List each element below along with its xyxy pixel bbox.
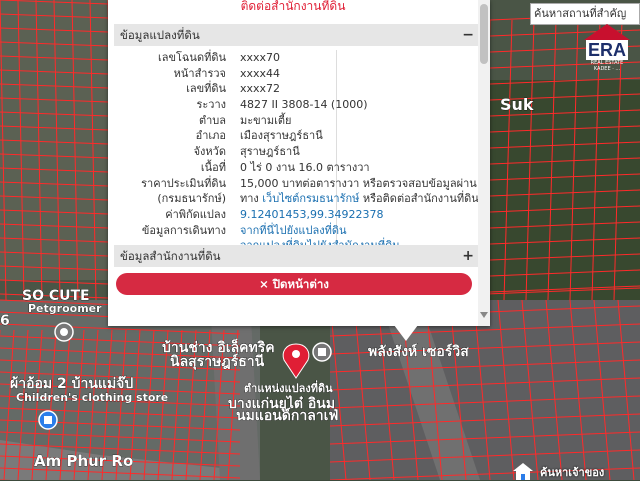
expand-icon[interactable]: + xyxy=(462,245,474,267)
home-icon[interactable] xyxy=(512,462,534,480)
popup-scrollbar[interactable] xyxy=(478,0,490,326)
table-row: ราคาประเมินที่ดิน 15,000 บาทต่อตารางวา หร… xyxy=(114,176,478,192)
parcel-info-popup: ติดต่อสำนักงานที่ดิน ข้อมูลแปลงที่ดิน − … xyxy=(108,0,490,341)
row-label: ค่าพิกัดแปลง xyxy=(165,207,226,221)
row-label: จังหวัด xyxy=(193,145,226,159)
map-label-suk: Suk xyxy=(500,95,534,114)
era-logo: ERA REAL ESTATE KADEE · ... xyxy=(582,22,632,72)
table-row-travel: ข้อมูลการเดินทาง จากที่นี่ไปยังแปลงที่ดิ… xyxy=(114,223,478,239)
row-value: xxxx70 xyxy=(240,51,281,64)
map-label-clothing-th: ผ้าอ้อม 2 บ้านแม่จ๊ป xyxy=(10,375,133,392)
close-button-label: ปิดหน้าต่าง xyxy=(272,277,329,291)
table-row: เลขโฉนดที่ดิน xxxx70 xyxy=(114,50,478,66)
row-value: เมืองสุราษฎร์ธานี xyxy=(240,129,323,143)
row-label: ราคาประเมินที่ดิน xyxy=(141,176,226,190)
table-row-dept: (กรมธนารักษ์) ทาง เว็บไซต์กรมธนารักษ์ หร… xyxy=(114,191,478,207)
row-value: 0 ไร่ 0 งาน 16.0 ตารางวา xyxy=(240,160,370,174)
map-label-shop-5: นมแอนด์กาลาเฟ่ xyxy=(236,407,338,424)
row-label: (กรมธนารักษ์) xyxy=(157,192,226,206)
row-value: xxxx44 xyxy=(240,66,281,80)
row-label: ตำบล xyxy=(198,113,226,127)
map-label-shop-3: พลังสังห์ เซอร์วิส xyxy=(368,343,469,360)
directions-to-parcel-link[interactable]: จากที่นี่ไปยังแปลงที่ดิน xyxy=(240,223,346,239)
row-label: อำเภอ xyxy=(195,129,226,143)
map-label-clothing-en: Children's clothing store xyxy=(16,391,168,404)
treasury-website-link[interactable]: เว็บไซต์กรมธนารักษ์ xyxy=(262,192,359,205)
table-row: ระวาง 4827 II 3808-14 (1000) xyxy=(114,97,478,113)
map-label-petgroomer: Petgroomer xyxy=(28,302,102,315)
close-window-button[interactable]: × ปิดหน้าต่าง xyxy=(116,273,472,295)
row-label: เลขที่ดิน xyxy=(186,82,226,96)
parcel-info-table: เลขโฉนดที่ดิน xxxx70 หน้าสำรวจ xxxx44 เลขที่… xyxy=(114,50,478,254)
section-office-title: ข้อมูลสำนักงานที่ดิน xyxy=(120,249,221,263)
era-logo-sub2: KADEE · ... xyxy=(593,66,621,72)
table-row: จังหวัด สุราษฎร์ธานี xyxy=(114,144,478,160)
row-label: เลขโฉนดที่ดิน xyxy=(158,51,226,64)
scroll-down-icon[interactable] xyxy=(480,312,488,318)
map-label-left-num: 6 xyxy=(0,313,10,329)
popup-content: ติดต่อสำนักงานที่ดิน ข้อมูลแปลงที่ดิน − … xyxy=(108,0,478,326)
row-label: ระวาง xyxy=(196,98,226,112)
table-row: หน้าสำรวจ xxxx44 xyxy=(114,66,478,82)
row-label: ข้อมูลการเดินทาง xyxy=(141,223,226,237)
find-owner-link[interactable]: ค้นหาเจ้าของ xyxy=(540,463,604,481)
map-label-road: Am Phur Ro xyxy=(34,452,133,470)
table-row: เนื้อที่ 0 ไร่ 0 งาน 16.0 ตารางวา xyxy=(114,160,478,176)
row-value: 4827 II 3808-14 (1000) xyxy=(240,98,368,112)
row-value: สุราษฎร์ธานี xyxy=(240,145,300,159)
poi-pet-icon[interactable] xyxy=(54,322,74,342)
section-parcel-header[interactable]: ข้อมูลแปลงที่ดิน − xyxy=(114,24,478,46)
row-label: หน้าสำรวจ xyxy=(173,66,226,80)
map-label-shop-2: นิลสุราษฎร์ธานี xyxy=(170,353,265,370)
table-row: อำเภอ เมืองสุราษฎร์ธานี xyxy=(114,128,478,144)
close-icon: × xyxy=(259,277,269,291)
section-office-header[interactable]: ข้อมูลสำนักงานที่ดิน + xyxy=(114,245,478,267)
popup-pointer xyxy=(394,325,418,341)
section-parcel-title: ข้อมูลแปลงที่ดิน xyxy=(120,28,200,42)
row-label: เนื้อที่ xyxy=(200,160,226,174)
scroll-thumb[interactable] xyxy=(480,4,488,64)
map-label-marker: ตำแหน่งแปลงที่ดิน xyxy=(244,380,333,395)
collapse-icon[interactable]: − xyxy=(462,24,474,46)
row-value: ทาง เว็บไซต์กรมธนารักษ์ หรือติดต่อสำนักง… xyxy=(240,192,478,206)
table-row: เลขที่ดิน xxxx72 xyxy=(114,81,478,97)
poi-clothing-icon[interactable] xyxy=(38,410,58,430)
poi-shop-icon[interactable] xyxy=(312,342,332,362)
contact-land-office-link[interactable]: ติดต่อสำนักงานที่ดิน xyxy=(108,0,478,14)
coordinate-link[interactable]: 9.12401453,99.34922378 xyxy=(240,207,383,223)
table-row-coord: ค่าพิกัดแปลง 9.12401453,99.34922378 xyxy=(114,207,478,223)
table-row: ตำบล มะขามเตี้ย xyxy=(114,113,478,129)
era-logo-text: ERA xyxy=(587,40,626,60)
row-value: xxxx72 xyxy=(240,82,281,96)
row-value: 15,000 บาทต่อตารางวา หรือตรวจสอบข้อมูลผ่… xyxy=(240,176,477,190)
row-value: มะขามเตี้ย xyxy=(240,113,292,127)
landmark-search-label: ค้นหาสถานที่สำคัญ xyxy=(534,7,627,20)
